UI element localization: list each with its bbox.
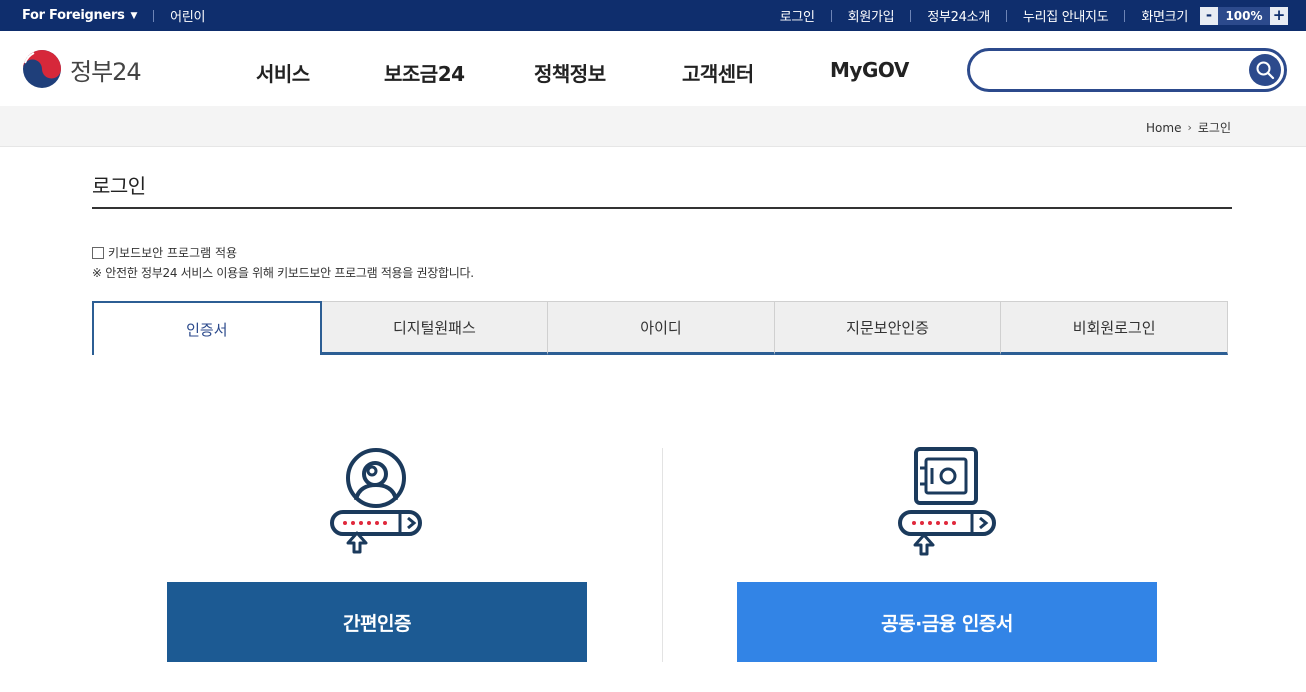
taegeuk-logo-icon	[23, 50, 61, 88]
caret-down-icon: ▼	[130, 10, 138, 21]
site-logo[interactable]: 정부24	[22, 49, 142, 89]
tab-non-member[interactable]: 비회원로그인	[1001, 301, 1228, 355]
breadcrumb-band: Home › 로그인	[0, 106, 1306, 147]
breadcrumb: Home › 로그인	[1146, 119, 1231, 136]
search-button[interactable]	[1249, 54, 1281, 86]
breadcrumb-current: 로그인	[1197, 121, 1231, 135]
signup-link[interactable]: 회원가입	[848, 6, 895, 25]
joint-certificate-icon	[898, 447, 996, 556]
zoom-in-button[interactable]: +	[1270, 6, 1288, 25]
about-link[interactable]: 정부24소개	[927, 6, 990, 25]
tab-fingerprint[interactable]: 지문보안인증	[774, 301, 1002, 355]
breadcrumb-home[interactable]: Home	[1146, 121, 1181, 135]
keyboard-security-checkbox[interactable]	[92, 246, 104, 259]
divider	[1124, 9, 1126, 22]
for-foreigners-label: For Foreigners	[22, 8, 125, 23]
logo-text: 정부24	[70, 57, 142, 86]
column-divider	[662, 448, 663, 662]
search-icon	[1256, 61, 1275, 80]
keyboard-security-note: ※ 안전한 정부24 서비스 이용을 위해 키보드보안 프로그램 적용을 권장합…	[92, 266, 474, 280]
search-input[interactable]	[986, 57, 1236, 83]
search-box	[967, 48, 1287, 92]
nav-item-subsidy[interactable]: 보조금24	[384, 58, 534, 87]
joint-certificate-button[interactable]: 공동·금융 인증서	[737, 582, 1157, 662]
chevron-right-icon: ›	[1187, 121, 1192, 134]
kids-link[interactable]: 어린이	[170, 6, 205, 25]
zoom-value: 100%	[1218, 6, 1270, 25]
top-utility-bar: For Foreigners ▼ 어린이 로그인 회원가입 정부24소개 누리집…	[0, 0, 1306, 31]
site-header: 정부24 서비스 보조금24 정책정보 고객센터 MyGOV	[0, 31, 1306, 106]
sitemap-link[interactable]: 누리집 안내지도	[1023, 6, 1109, 25]
divider	[153, 9, 155, 22]
login-method-tabs: 인증서 디지털원패스 아이디 지문보안인증 비회원로그인	[92, 301, 1228, 355]
divider	[910, 9, 912, 22]
nav-item-policy[interactable]: 정책정보	[534, 58, 682, 87]
zoom-out-button[interactable]: -	[1200, 6, 1218, 25]
login-link[interactable]: 로그인	[780, 6, 815, 25]
title-underline	[92, 207, 1232, 209]
nav-item-support[interactable]: 고객센터	[682, 58, 830, 87]
zoom-control: - 100% +	[1200, 6, 1288, 25]
simple-auth-icon	[330, 448, 422, 554]
keyboard-security-option: 키보드보안 프로그램 적용	[92, 244, 237, 261]
for-foreigners-dropdown[interactable]: For Foreigners ▼	[22, 8, 137, 23]
tab-id[interactable]: 아이디	[548, 301, 775, 355]
nav-item-mygov[interactable]: MyGOV	[830, 58, 909, 87]
keyboard-security-label[interactable]: 키보드보안 프로그램 적용	[108, 244, 237, 261]
simple-auth-button[interactable]: 간편인증	[167, 582, 587, 662]
divider	[830, 9, 832, 22]
main-nav: 서비스 보조금24 정책정보 고객센터 MyGOV	[256, 58, 909, 87]
divider	[1005, 9, 1007, 22]
tab-certificate[interactable]: 인증서	[92, 301, 322, 355]
nav-item-service[interactable]: 서비스	[256, 58, 384, 87]
page-title: 로그인	[92, 174, 146, 198]
zoom-label: 화면크기	[1141, 10, 1188, 25]
tab-digital-onepass[interactable]: 디지털원패스	[321, 301, 549, 355]
